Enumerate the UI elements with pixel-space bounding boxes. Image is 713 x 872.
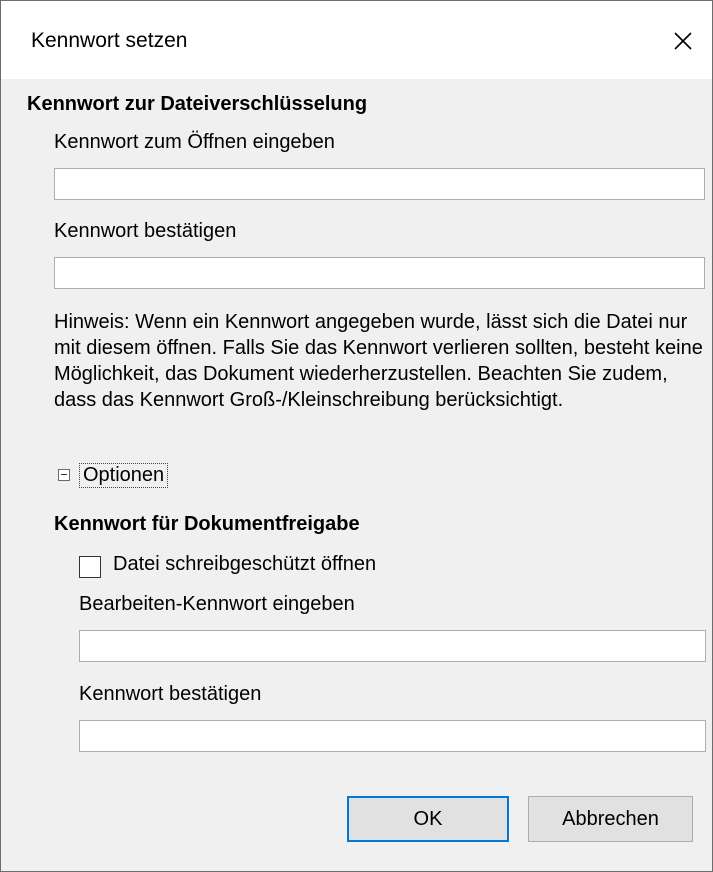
close-button[interactable] — [660, 15, 706, 67]
dialog-title: Kennwort setzen — [31, 29, 188, 52]
confirm-password-label: Kennwort bestätigen — [54, 220, 237, 242]
encryption-heading: Kennwort zur Dateiverschlüsselung — [27, 93, 368, 115]
ok-button[interactable]: OK — [347, 796, 509, 842]
open-password-label: Kennwort zum Öffnen eingeben — [54, 131, 335, 153]
options-toggle[interactable]: Optionen — [58, 460, 169, 490]
password-note: Hinweis: Wenn ein Kennwort angegeben wur… — [54, 311, 703, 411]
cancel-button[interactable]: Abbrechen — [528, 796, 693, 842]
confirm-password-input[interactable] — [54, 257, 705, 289]
collapse-minus-icon — [58, 469, 70, 481]
title-bar: Kennwort setzen — [1, 1, 712, 79]
readonly-checkbox[interactable] — [79, 556, 101, 578]
edit-confirm-input[interactable] — [79, 720, 706, 752]
close-icon — [674, 32, 692, 50]
edit-confirm-label: Kennwort bestätigen — [79, 683, 262, 705]
edit-password-input[interactable] — [79, 630, 706, 662]
password-dialog: Kennwort setzen Kennwort zur Dateiversch… — [0, 0, 713, 872]
open-password-input[interactable] — [54, 168, 705, 200]
sharing-heading: Kennwort für Dokumentfreigabe — [54, 513, 360, 535]
dialog-body: Kennwort zur Dateiverschlüsselung Kennwo… — [1, 79, 712, 871]
readonly-label[interactable]: Datei schreibgeschützt öffnen — [113, 553, 376, 576]
edit-password-label: Bearbeiten-Kennwort eingeben — [79, 593, 355, 615]
options-label: Optionen — [79, 462, 169, 488]
